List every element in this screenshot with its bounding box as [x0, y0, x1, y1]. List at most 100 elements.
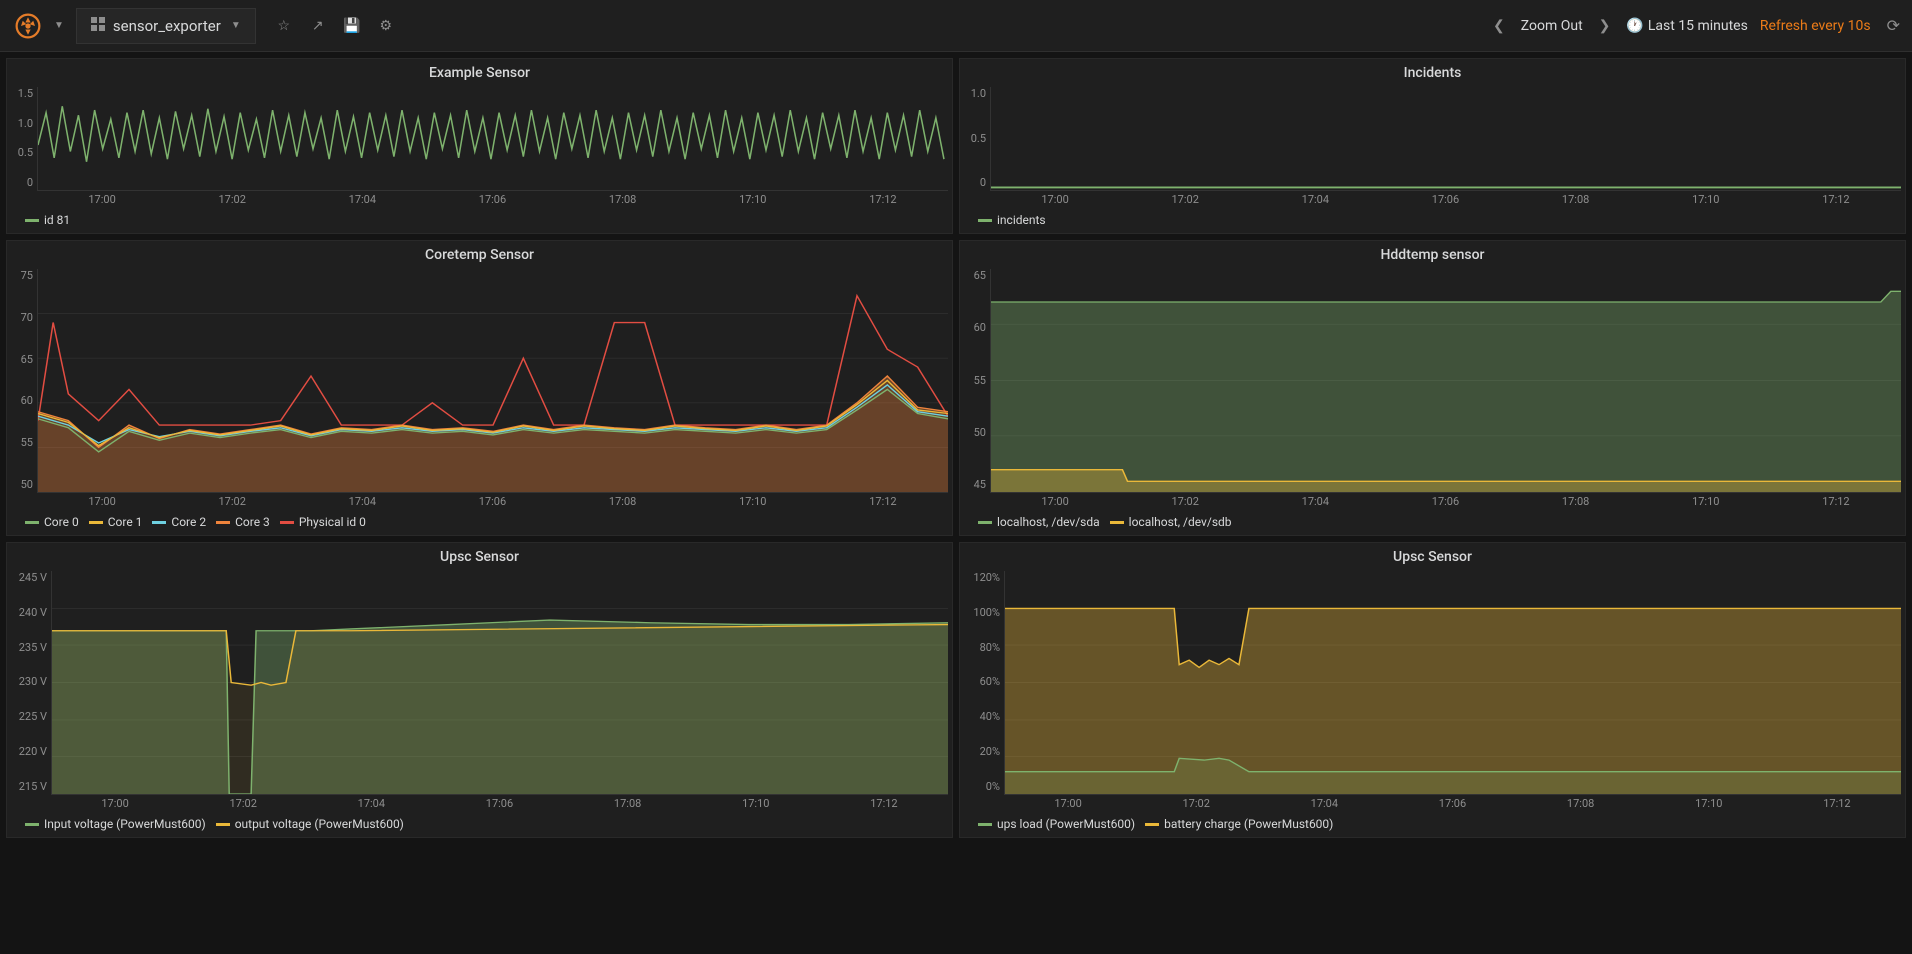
plot-area[interactable] — [990, 269, 1901, 493]
x-tick: 17:00 — [88, 193, 115, 209]
dashboard-grid: Example Sensor 1.51.00.50 17:0017:0217:0… — [0, 52, 1912, 844]
plot-area[interactable] — [1004, 571, 1901, 795]
x-tick: 17:00 — [1041, 193, 1068, 209]
x-tick: 17:10 — [1692, 495, 1719, 511]
legend-swatch — [216, 823, 230, 826]
panel-legend: id 81 — [7, 209, 952, 233]
zoom-out-button[interactable]: Zoom Out — [1521, 18, 1583, 34]
time-forward-button[interactable]: ❯ — [1595, 14, 1615, 38]
x-axis: 17:0017:0217:0417:0617:0817:1017:12 — [1004, 797, 1901, 813]
panel-body: 120%100%80%60%40%20%0% 17:0017:0217:0417… — [960, 569, 1905, 813]
legend-item[interactable]: Core 0 — [25, 515, 79, 529]
panel-hddtemp[interactable]: Hddtemp sensor 6560555045 17:0017:0217:0… — [959, 240, 1906, 536]
y-tick: 230 V — [7, 675, 47, 688]
x-tick: 17:12 — [1823, 797, 1850, 813]
legend-item[interactable]: Core 1 — [89, 515, 143, 529]
legend-swatch — [978, 219, 992, 222]
y-tick: 50 — [960, 426, 986, 439]
panel-body: 6560555045 17:0017:0217:0417:0617:0817:1… — [960, 267, 1905, 511]
chart-svg — [991, 269, 1901, 492]
plot-area[interactable] — [37, 269, 948, 493]
legend-label: Physical id 0 — [299, 515, 366, 529]
legend-swatch — [280, 521, 294, 524]
share-button[interactable]: ↗ — [302, 10, 334, 42]
y-tick: 65 — [960, 269, 986, 282]
y-tick: 1.0 — [960, 87, 986, 100]
y-tick: 0.5 — [960, 132, 986, 145]
x-tick: 17:06 — [1432, 495, 1459, 511]
x-tick: 17:08 — [609, 495, 636, 511]
y-axis: 1.51.00.50 — [7, 85, 37, 191]
y-tick: 0 — [7, 176, 33, 189]
chart-svg — [52, 571, 948, 794]
panel-legend: Core 0 Core 1 Core 2 Core 3 Physical id 0 — [7, 511, 952, 535]
refresh-icon: ⟳ — [1887, 16, 1900, 35]
x-tick: 17:12 — [869, 193, 896, 209]
plot-area[interactable] — [51, 571, 948, 795]
legend-swatch — [978, 823, 992, 826]
legend-swatch — [1110, 521, 1124, 524]
legend-item[interactable]: localhost, /dev/sdb — [1110, 515, 1232, 529]
panel-coretemp[interactable]: Coretemp Sensor 757065605550 — [6, 240, 953, 536]
chart-svg — [38, 269, 948, 492]
x-axis: 17:0017:0217:0417:0617:0817:1017:12 — [37, 193, 948, 209]
legend-label: id 81 — [44, 213, 70, 227]
legend-item[interactable]: id 81 — [25, 213, 70, 227]
legend-item[interactable]: output voltage (PowerMust600) — [216, 817, 404, 831]
y-tick: 1.0 — [7, 117, 33, 130]
x-tick: 17:08 — [1562, 495, 1589, 511]
legend-item[interactable]: Core 3 — [216, 515, 270, 529]
legend-item[interactable]: localhost, /dev/sda — [978, 515, 1100, 529]
legend-label: ups load (PowerMust600) — [997, 817, 1135, 831]
plot-area[interactable] — [990, 87, 1901, 191]
y-tick: 50 — [7, 478, 33, 491]
x-tick: 17:12 — [1822, 193, 1849, 209]
y-tick: 0% — [960, 780, 1000, 793]
x-tick: 17:00 — [1054, 797, 1081, 813]
time-back-button[interactable]: ❮ — [1489, 14, 1509, 38]
legend-item[interactable]: Core 2 — [152, 515, 206, 529]
grafana-logo[interactable] — [8, 6, 48, 46]
legend-item[interactable]: incidents — [978, 213, 1046, 227]
refresh-interval-label[interactable]: Refresh every 10s — [1760, 18, 1871, 34]
y-tick: 60 — [7, 394, 33, 407]
settings-button[interactable]: ⚙ — [370, 10, 402, 42]
refresh-button[interactable]: ⟳ — [1883, 12, 1904, 39]
plot-area[interactable] — [37, 87, 948, 191]
save-button[interactable]: 💾 — [336, 10, 368, 42]
legend-swatch — [1145, 823, 1159, 826]
clock-icon: 🕐 — [1626, 18, 1643, 34]
panel-legend: ups load (PowerMust600) battery charge (P… — [960, 813, 1905, 837]
legend-label: incidents — [997, 213, 1046, 227]
y-tick: 225 V — [7, 710, 47, 723]
x-tick: 17:04 — [349, 193, 376, 209]
x-tick: 17:06 — [479, 193, 506, 209]
x-tick: 17:10 — [1692, 193, 1719, 209]
legend-item[interactable]: Physical id 0 — [280, 515, 366, 529]
panel-upsc-voltage[interactable]: Upsc Sensor 245 V240 V235 V230 V225 V220… — [6, 542, 953, 838]
time-range-selector[interactable]: 🕐 Last 15 minutes — [1626, 18, 1747, 34]
panel-title: Example Sensor — [7, 59, 952, 85]
panel-example-sensor[interactable]: Example Sensor 1.51.00.50 17:0017:0217:0… — [6, 58, 953, 234]
panel-upsc-load[interactable]: Upsc Sensor 120%100%80%60%40%20%0% — [959, 542, 1906, 838]
legend-swatch — [216, 521, 230, 524]
x-tick: 17:10 — [1695, 797, 1722, 813]
logo-dropdown-caret-icon[interactable]: ▼ — [54, 20, 64, 31]
save-icon: 💾 — [343, 18, 360, 34]
x-tick: 17:12 — [1822, 495, 1849, 511]
star-button[interactable]: ☆ — [268, 10, 300, 42]
legend-item[interactable]: Input voltage (PowerMust600) — [25, 817, 206, 831]
panel-body: 757065605550 — [7, 267, 952, 511]
y-tick: 240 V — [7, 606, 47, 619]
panel-incidents[interactable]: Incidents 1.00.50 17:0017:0217:0417:0617… — [959, 58, 1906, 234]
x-tick: 17:12 — [870, 797, 897, 813]
x-tick: 17:00 — [1041, 495, 1068, 511]
legend-item[interactable]: battery charge (PowerMust600) — [1145, 817, 1333, 831]
legend-swatch — [89, 521, 103, 524]
legend-item[interactable]: ups load (PowerMust600) — [978, 817, 1135, 831]
y-axis: 6560555045 — [960, 267, 990, 493]
y-tick: 75 — [7, 269, 33, 282]
legend-label: Core 1 — [108, 515, 143, 529]
dashboard-selector[interactable]: sensor_exporter ▼ — [76, 8, 256, 44]
legend-swatch — [25, 521, 39, 524]
